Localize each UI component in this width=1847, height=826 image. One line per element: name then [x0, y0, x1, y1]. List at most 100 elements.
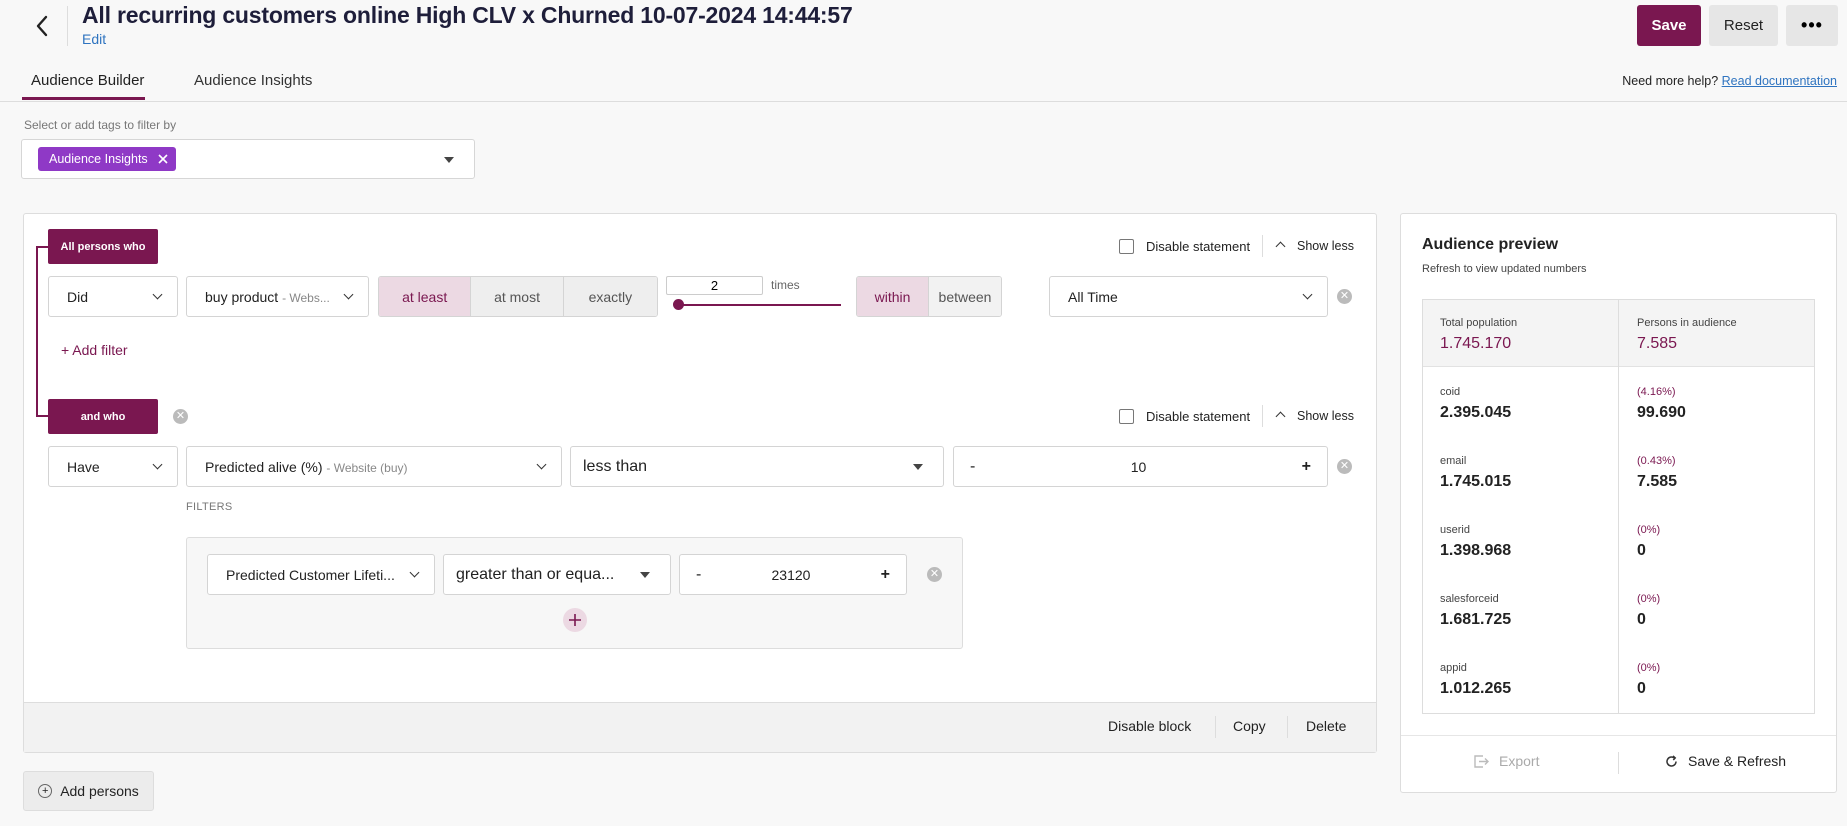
caret-down-icon	[640, 571, 650, 578]
refresh-icon	[1666, 754, 1677, 767]
column-divider	[1618, 300, 1619, 713]
audience-preview-title: Audience preview	[1422, 236, 1559, 253]
export-button[interactable]: Export	[1474, 753, 1539, 769]
identifier-label: appid	[1440, 662, 1467, 674]
range-between[interactable]: between	[929, 277, 1001, 316]
filter-property-select[interactable]: Predicted Customer Lifeti...	[207, 554, 435, 595]
filter-value-display[interactable]: 23120	[772, 567, 811, 583]
identifier-audience: 7.585	[1637, 473, 1678, 490]
chevron-down-icon	[409, 567, 420, 578]
remove-condition-icon[interactable]: ✕	[1337, 459, 1352, 474]
remove-statement-icon[interactable]: ✕	[173, 409, 188, 424]
tag-dropdown-caret-icon[interactable]	[444, 157, 454, 163]
persons-in-audience-value: 7.585	[1637, 335, 1678, 352]
filter-operator-value: greater than or equa...	[456, 565, 615, 583]
divider	[1262, 405, 1263, 427]
operator-select[interactable]: less than	[570, 446, 944, 487]
persons-in-audience-label: Persons in audience	[1637, 317, 1737, 329]
disable-statement-checkbox[interactable]	[1119, 409, 1134, 424]
show-less-toggle[interactable]: Show less	[1297, 409, 1354, 423]
tab-audience-builder[interactable]: Audience Builder	[31, 72, 144, 89]
mode-exactly[interactable]: exactly	[563, 277, 657, 316]
divider	[1287, 716, 1288, 738]
chevron-up-icon[interactable]	[1275, 240, 1286, 252]
identifier-percentage: (4.16%)	[1637, 386, 1676, 398]
plus-circle-icon: +	[38, 784, 53, 798]
page-title: All recurring customers online High CLV …	[82, 2, 853, 28]
frequency-mode-toggle: at least at most exactly	[378, 276, 658, 317]
mode-at-least[interactable]: at least	[379, 277, 472, 316]
remove-condition-icon[interactable]: ✕	[1337, 289, 1352, 304]
plus-icon	[569, 614, 581, 626]
identifier-total: 1.745.015	[1440, 473, 1512, 490]
verb-select[interactable]: Did	[48, 276, 178, 317]
disable-statement-label: Disable statement	[1146, 409, 1251, 424]
disable-statement-checkbox[interactable]	[1119, 239, 1134, 254]
count-slider-handle[interactable]	[673, 299, 684, 310]
mode-at-most[interactable]: at most	[471, 277, 564, 316]
chevron-up-icon[interactable]	[1275, 410, 1286, 422]
count-slider-track[interactable]	[678, 304, 841, 306]
delete-block-button[interactable]: Delete	[1306, 718, 1346, 734]
divider	[1215, 716, 1216, 738]
increment-button[interactable]: +	[881, 566, 890, 584]
header-divider	[67, 6, 68, 46]
total-population-value: 1.745.170	[1440, 335, 1512, 352]
export-label: Export	[1499, 753, 1540, 769]
copy-block-button[interactable]: Copy	[1233, 718, 1266, 734]
disable-block-button[interactable]: Disable block	[1108, 718, 1191, 734]
tag-chip: Audience Insights	[38, 147, 176, 171]
identifier-percentage: (0%)	[1637, 662, 1661, 674]
count-unit-label: times	[771, 278, 800, 292]
period-value: All Time	[1068, 288, 1118, 305]
active-tab-indicator	[22, 97, 145, 100]
more-options-button[interactable]: •••	[1786, 5, 1838, 46]
filters-caption: FILTERS	[186, 501, 233, 513]
event-select[interactable]: buy product - Webs...	[186, 276, 369, 317]
identifier-total: 1.398.968	[1440, 542, 1512, 559]
count-input[interactable]	[666, 276, 763, 295]
identifier-percentage: (0%)	[1637, 524, 1661, 536]
chevron-down-icon	[1302, 289, 1313, 300]
save-button[interactable]: Save	[1637, 5, 1701, 46]
decrement-button[interactable]: -	[696, 566, 701, 584]
read-documentation-link[interactable]: Read documentation	[1722, 74, 1837, 88]
remove-tag-icon[interactable]	[158, 154, 168, 164]
add-filter-label: Add filter	[72, 342, 128, 358]
remove-filter-icon[interactable]: ✕	[927, 567, 942, 582]
audience-preview-subtitle: Refresh to view updated numbers	[1422, 263, 1587, 275]
identifier-audience: 0	[1637, 542, 1646, 559]
identifier-total: 1.012.265	[1440, 680, 1512, 697]
edit-title-link[interactable]: Edit	[82, 31, 106, 47]
identifier-total: 1.681.725	[1440, 611, 1512, 628]
back-button[interactable]	[24, 8, 60, 44]
show-less-toggle[interactable]: Show less	[1297, 239, 1354, 253]
statement-label-all-persons: All persons who	[48, 229, 158, 264]
filter-operator-select[interactable]: greater than or equa...	[443, 554, 671, 595]
event-value: buy product	[205, 288, 279, 305]
range-within[interactable]: within	[857, 277, 929, 316]
filter-property-value: Predicted Customer Lifeti...	[226, 566, 395, 583]
range-mode-toggle: within between	[856, 276, 1002, 317]
add-filter-button[interactable]: + Add filter	[61, 342, 128, 358]
property-source: - Website (buy)	[326, 460, 408, 475]
verb-value: Have	[67, 458, 100, 475]
tab-audience-insights[interactable]: Audience Insights	[194, 72, 312, 89]
period-select[interactable]: All Time	[1049, 276, 1328, 317]
verb-value: Did	[67, 288, 89, 305]
preview-footer-divider	[1401, 735, 1836, 736]
save-and-refresh-button[interactable]: Save & Refresh	[1665, 753, 1786, 769]
property-select[interactable]: Predicted alive (%) - Website (buy)	[186, 446, 562, 487]
decrement-button[interactable]: -	[970, 458, 975, 476]
verb-select[interactable]: Have	[48, 446, 178, 487]
chevron-down-icon	[343, 289, 354, 300]
reset-button[interactable]: Reset	[1709, 5, 1778, 46]
increment-button[interactable]: +	[1302, 458, 1311, 476]
export-icon	[1474, 754, 1489, 768]
identifier-audience: 99.690	[1637, 404, 1686, 421]
add-sub-filter-button[interactable]	[563, 608, 587, 632]
identifier-percentage: (0.43%)	[1637, 455, 1676, 467]
add-persons-button[interactable]: + Add persons	[23, 771, 154, 811]
value-display[interactable]: 10	[1131, 459, 1147, 475]
divider	[1262, 235, 1263, 257]
